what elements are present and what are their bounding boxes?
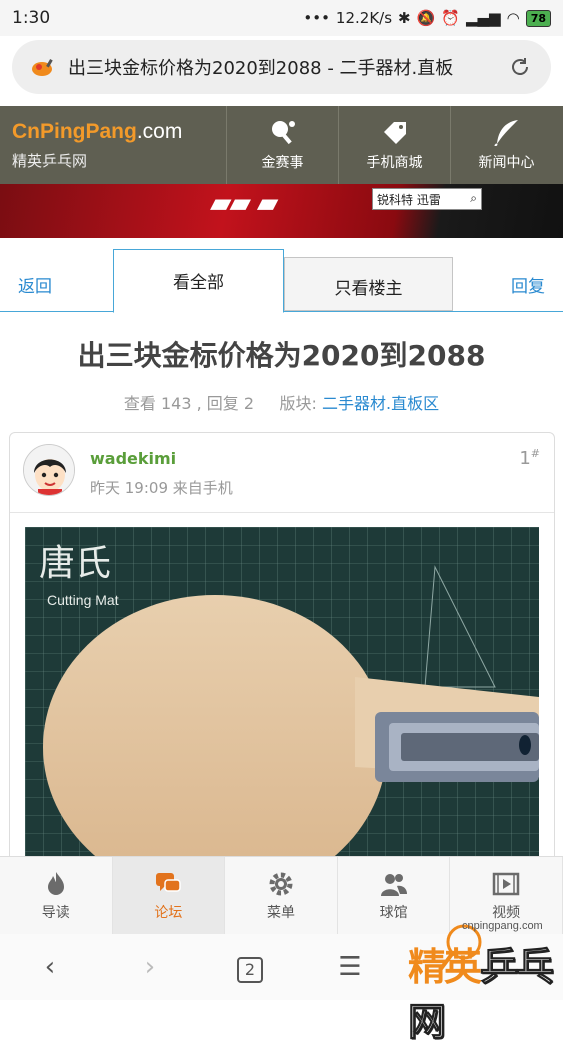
site-subtitle: 精英乒乓网: [12, 152, 88, 170]
flame-icon: [47, 871, 64, 895]
back-link[interactable]: 返回: [18, 272, 52, 297]
avatar[interactable]: [23, 444, 75, 496]
nav-competition[interactable]: 金赛事: [226, 106, 338, 184]
search-icon: ⌕: [470, 191, 477, 205]
network-speed: 12.2K/s: [335, 9, 393, 27]
mute-icon: 🔕: [416, 9, 436, 27]
paddle-icon: [271, 121, 295, 145]
thread-title: 出三块金标价格为2020到2088: [77, 339, 486, 372]
alarm-icon: ⏰: [441, 9, 460, 27]
thread-tabs: 返回 看全部 只看楼主 回复: [0, 248, 563, 313]
paddle-photo: 唐氏 Cutting Mat: [25, 527, 539, 871]
site-watermark: cnpingpang.com 精英乒乓网: [400, 918, 563, 1045]
reply-count: 2: [243, 394, 255, 413]
ad-banner[interactable]: ▰▰ ▰ 锐科特 迅雷 ⌕: [0, 184, 563, 238]
banner-search-box[interactable]: 锐科特 迅雷 ⌕: [372, 188, 482, 210]
post-author[interactable]: wadekimi: [90, 449, 176, 468]
tag-icon: [383, 122, 406, 144]
back-arrow-icon[interactable]: ‹: [0, 952, 100, 982]
more-dots-icon: •••: [303, 9, 330, 27]
board-link[interactable]: 二手器材.直板区: [322, 394, 439, 413]
wifi-icon: ◠: [506, 9, 520, 27]
mat-label-text: Cutting Mat: [47, 592, 119, 608]
status-bar: 1:30 ••• 12.2K/s ✱ 🔕 ⏰ ▂▄▆ ◠ 78: [0, 0, 563, 36]
watermark-text: 精英乒乓网: [407, 945, 554, 1045]
thread-meta: 查看 143 , 回复 2 版块: 二手器材.直板区: [123, 394, 440, 413]
nav-news[interactable]: 新闻中心: [450, 106, 562, 184]
reload-icon[interactable]: [507, 54, 533, 80]
post-image[interactable]: 唐氏 Cutting Mat: [25, 527, 539, 871]
nav-guide[interactable]: 导读: [0, 857, 113, 934]
mat-brand-text: 唐氏: [39, 543, 111, 584]
nav-shop[interactable]: 手机商城: [338, 106, 450, 184]
gear-icon: [269, 872, 293, 895]
site-header: CnPingPang.com 精英乒乓网 金赛事 手机商城 新闻中心: [0, 106, 563, 184]
tabs-button[interactable]: 2: [200, 952, 300, 983]
site-favicon-icon: [32, 59, 53, 76]
watermark-url: cnpingpang.com: [462, 920, 543, 932]
nav-forum[interactable]: 论坛: [112, 857, 226, 934]
post-time: 昨天 19:09 来自手机: [90, 479, 233, 497]
floor-number: 1#: [519, 447, 540, 469]
address-bar[interactable]: 出三块金标价格为2020到2088 - 二手器材.直板: [12, 40, 551, 94]
tab-view-all[interactable]: 看全部: [113, 249, 284, 313]
page-url-title[interactable]: 出三块金标价格为2020到2088 - 二手器材.直板: [68, 54, 497, 80]
avatar-cartoon-icon: [24, 445, 74, 495]
feather-icon: [493, 120, 518, 146]
forward-arrow-icon[interactable]: ›: [100, 952, 200, 982]
battery-indicator: 78: [525, 9, 551, 27]
people-icon: [380, 873, 407, 896]
film-icon: [492, 872, 520, 895]
post-header: wadekimi 昨天 19:09 来自手机 1#: [10, 433, 554, 513]
banner-graphic: ▰▰ ▰: [210, 186, 278, 219]
tab-count: 2: [237, 956, 263, 983]
status-time: 1:30: [12, 8, 51, 28]
chat-icon: [156, 872, 182, 892]
reply-link[interactable]: 回复: [511, 272, 545, 297]
post-card: wadekimi 昨天 19:09 来自手机 1# 唐氏 Cutting Mat: [9, 432, 555, 872]
site-logo[interactable]: CnPingPang.com 精英乒乓网: [0, 106, 226, 184]
tab-op-only[interactable]: 只看楼主: [284, 257, 453, 311]
view-count: 143: [160, 394, 192, 413]
signal-icon: ▂▄▆: [465, 9, 501, 27]
menu-icon[interactable]: ☰: [300, 952, 400, 982]
bluetooth-icon: ✱: [398, 9, 411, 27]
nav-menu[interactable]: 菜单: [225, 857, 338, 934]
